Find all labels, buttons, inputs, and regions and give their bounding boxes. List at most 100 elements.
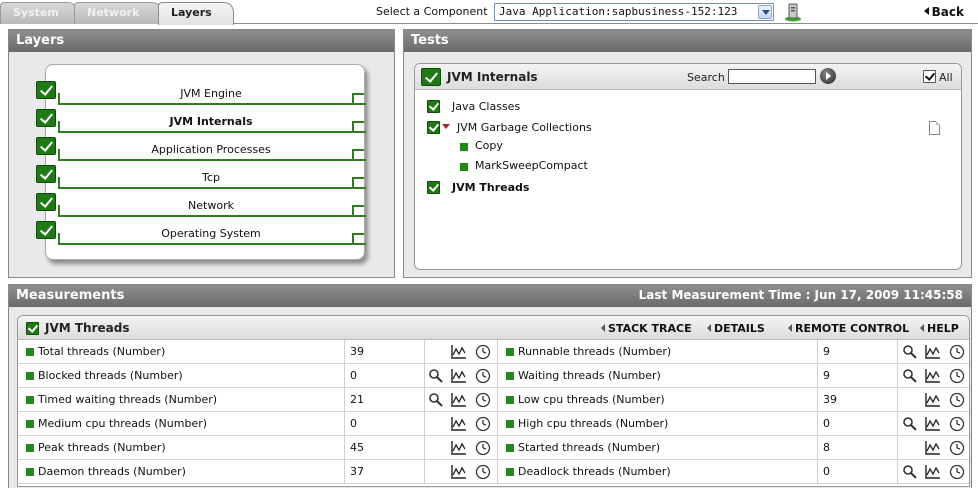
test-item-marksweepcompact[interactable]: MarkSweepCompact (460, 159, 588, 174)
measurement-row: Medium cpu threads (Number) 0 High cpu thr… (18, 412, 969, 436)
tests-header-check-icon[interactable] (421, 68, 441, 86)
back-button[interactable]: Back (924, 5, 964, 19)
measurements-panel: Measurements Last Measurement Time : Jun… (8, 284, 972, 488)
status-square-icon (26, 444, 34, 452)
graph-icon[interactable] (451, 440, 467, 456)
search-go-icon[interactable] (820, 68, 836, 84)
collapse-arrow-icon[interactable] (442, 124, 450, 129)
clock-icon[interactable] (949, 416, 965, 432)
layer-item-operating-system[interactable]: Operating System (36, 221, 366, 249)
test-label: Java Classes (452, 100, 521, 113)
measurement-value: 37 (350, 465, 364, 478)
status-square-icon (506, 444, 514, 452)
tab-layers[interactable]: Layers (158, 2, 234, 25)
measurement-name-text: Timed waiting threads (Number) (38, 393, 218, 406)
measurement-value: 0 (823, 465, 830, 478)
zoom-icon[interactable] (902, 368, 918, 384)
layer-label: Tcp (202, 171, 220, 184)
clock-icon[interactable] (475, 368, 491, 384)
component-select[interactable]: Java Application:sapbusiness-152:123 (494, 3, 774, 21)
measurement-name-text: Low cpu threads (Number) (518, 393, 665, 406)
divider (424, 460, 425, 484)
measurement-value: 45 (350, 441, 364, 454)
top-bar: System Network Layers Select a Component… (0, 0, 978, 25)
document-icon[interactable] (929, 121, 940, 135)
server-status-icon[interactable] (784, 2, 802, 22)
layer-item-jvm-engine[interactable]: JVM Engine (36, 81, 366, 109)
tab-label: System (13, 6, 59, 19)
test-label: JVM Garbage Collections (457, 121, 592, 134)
divider (344, 412, 345, 436)
graph-icon[interactable] (925, 464, 941, 480)
layer-item-tcp[interactable]: Tcp (36, 165, 366, 193)
select-all-checkbox[interactable] (923, 70, 936, 83)
measurement-name: Runnable threads (Number) (498, 340, 818, 364)
clock-icon[interactable] (475, 416, 491, 432)
graph-icon[interactable] (451, 392, 467, 408)
measurement-name: High cpu threads (Number) (498, 412, 818, 436)
divider (344, 388, 345, 412)
measurement-name: Deadlock threads (Number) (498, 460, 818, 484)
test-item-jvm-garbage-collections[interactable]: JVM Garbage Collections (427, 121, 592, 137)
clock-icon[interactable] (949, 368, 965, 384)
help-link[interactable]: HELP (920, 322, 959, 335)
zoom-icon[interactable] (902, 344, 918, 360)
graph-icon[interactable] (451, 416, 467, 432)
remote-control-link[interactable]: REMOTE CONTROL (788, 322, 909, 335)
layer-label: JVM Engine (180, 87, 242, 100)
test-item-jvm-threads[interactable]: JVM Threads (427, 181, 529, 197)
tab-system[interactable]: System (0, 2, 78, 24)
measurement-value: 21 (350, 393, 364, 406)
graph-icon[interactable] (925, 344, 941, 360)
divider (424, 436, 425, 460)
measurements-table: JVM Threads STACK TRACE DETAILS REMOTE C… (17, 315, 970, 487)
clock-icon[interactable] (475, 392, 491, 408)
test-check-icon[interactable] (427, 181, 440, 194)
layer-item-network[interactable]: Network (36, 193, 366, 221)
graph-icon[interactable] (925, 416, 941, 432)
zoom-icon[interactable] (428, 368, 444, 384)
tab-network[interactable]: Network (74, 2, 162, 24)
layer-item-application-processes[interactable]: Application Processes (36, 137, 366, 165)
clock-icon[interactable] (475, 464, 491, 480)
clock-icon[interactable] (949, 440, 965, 456)
clock-icon[interactable] (949, 464, 965, 480)
clock-icon[interactable] (949, 344, 965, 360)
test-item-copy[interactable]: Copy (460, 139, 503, 154)
details-link[interactable]: DETAILS (707, 322, 765, 335)
stack-trace-link[interactable]: STACK TRACE (601, 322, 692, 335)
test-check-icon[interactable] (427, 100, 440, 113)
measurement-name-text: Daemon threads (Number) (38, 465, 186, 478)
graph-icon[interactable] (925, 368, 941, 384)
zoom-icon[interactable] (902, 416, 918, 432)
test-check-icon[interactable] (427, 121, 440, 134)
layer-item-jvm-internals[interactable]: JVM Internals (36, 109, 366, 137)
divider (344, 340, 345, 364)
graph-icon[interactable] (925, 392, 941, 408)
divider (424, 364, 425, 388)
chevron-down-icon[interactable] (758, 5, 772, 19)
measurement-row: Blocked threads (Number) 0 Waiting threads… (18, 364, 969, 388)
test-item-java-classes[interactable]: Java Classes (427, 100, 520, 116)
tests-panel-title: Tests (404, 30, 971, 52)
search-input[interactable] (728, 69, 816, 84)
measurement-value: 0 (823, 417, 830, 430)
measurement-name-text: Medium cpu threads (Number) (38, 417, 208, 430)
component-select-value: Java Application:sapbusiness-152:123 (499, 5, 738, 18)
graph-icon[interactable] (925, 440, 941, 456)
status-square-icon (506, 348, 514, 356)
graph-icon[interactable] (451, 464, 467, 480)
clock-icon[interactable] (949, 392, 965, 408)
tests-header-title: JVM Internals (447, 70, 538, 84)
layers-panel: Layers JVM Engine JVM Internals Applicat… (8, 29, 395, 278)
clock-icon[interactable] (475, 440, 491, 456)
graph-icon[interactable] (451, 368, 467, 384)
clock-icon[interactable] (475, 344, 491, 360)
divider (897, 460, 898, 484)
zoom-icon[interactable] (902, 464, 918, 480)
divider (344, 460, 345, 484)
measurements-check-icon[interactable] (26, 322, 39, 335)
zoom-icon[interactable] (428, 392, 444, 408)
layer-label: JVM Internals (169, 115, 253, 128)
graph-icon[interactable] (451, 344, 467, 360)
